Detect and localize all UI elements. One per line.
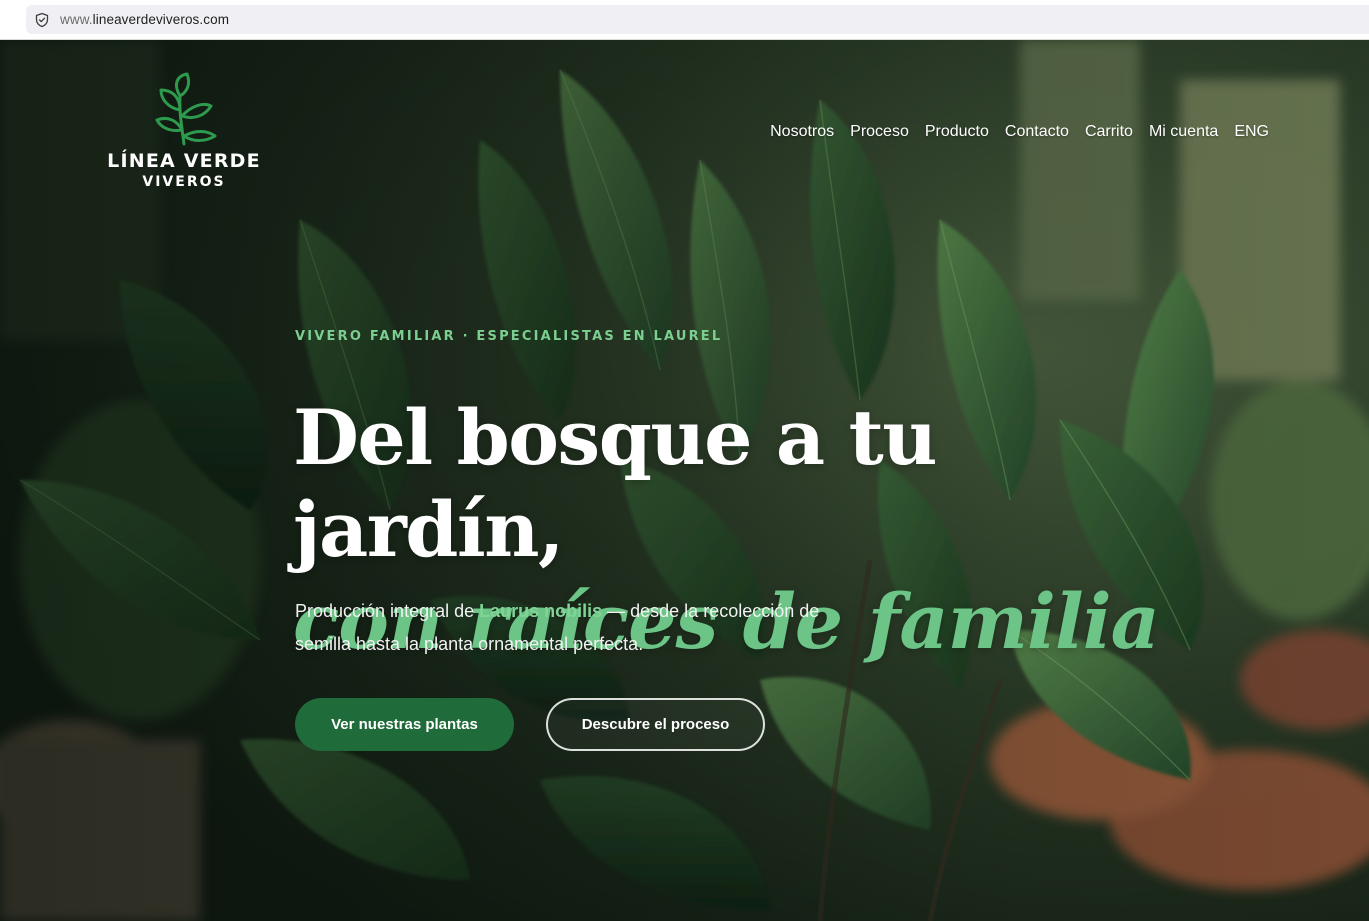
url-prefix: www. xyxy=(60,12,93,27)
url-field[interactable]: www.lineaverdeviveros.com xyxy=(26,5,1369,34)
brand-logo[interactable]: LÍNEA VERDE VIVEROS xyxy=(106,72,262,190)
url-domain: lineaverdeviveros.com xyxy=(92,12,230,27)
hero-subtitle-highlight: Laurus nobilis xyxy=(479,601,603,621)
main-nav: Nosotros Proceso Producto Contacto Carri… xyxy=(762,123,1277,141)
view-plants-button[interactable]: Ver nuestras plantas xyxy=(295,698,514,751)
discover-process-button[interactable]: Descubre el proceso xyxy=(546,698,765,751)
nav-link-nosotros[interactable]: Nosotros xyxy=(762,123,842,141)
hero-subtitle: Producción integral de Laurus nobilis — … xyxy=(295,595,875,661)
nav-link-proceso[interactable]: Proceso xyxy=(842,123,917,141)
browser-address-bar: www.lineaverdeviveros.com xyxy=(0,0,1369,40)
nav-link-producto[interactable]: Producto xyxy=(917,123,997,141)
hero-headline-line1: Del bosque a tu jardín, xyxy=(293,393,937,574)
nav-link-carrito[interactable]: Carrito xyxy=(1077,123,1141,141)
nav-link-mi-cuenta[interactable]: Mi cuenta xyxy=(1141,123,1226,141)
brand-subname: VIVEROS xyxy=(142,174,226,190)
nav-link-contacto[interactable]: Contacto xyxy=(997,123,1077,141)
url-text[interactable]: www.lineaverdeviveros.com xyxy=(60,12,229,27)
nav-link-language[interactable]: ENG xyxy=(1226,123,1277,141)
shield-icon[interactable] xyxy=(34,12,50,28)
hero-subtitle-part1: Producción integral de xyxy=(295,601,480,621)
leaf-sprig-icon xyxy=(155,72,217,146)
hero-section: LÍNEA VERDE VIVEROS Nosotros Proceso Pro… xyxy=(0,40,1369,921)
hero-eyebrow: VIVERO FAMILIAR · ESPECIALISTAS EN LAURE… xyxy=(295,329,723,344)
brand-name: LÍNEA VERDE xyxy=(107,150,261,172)
